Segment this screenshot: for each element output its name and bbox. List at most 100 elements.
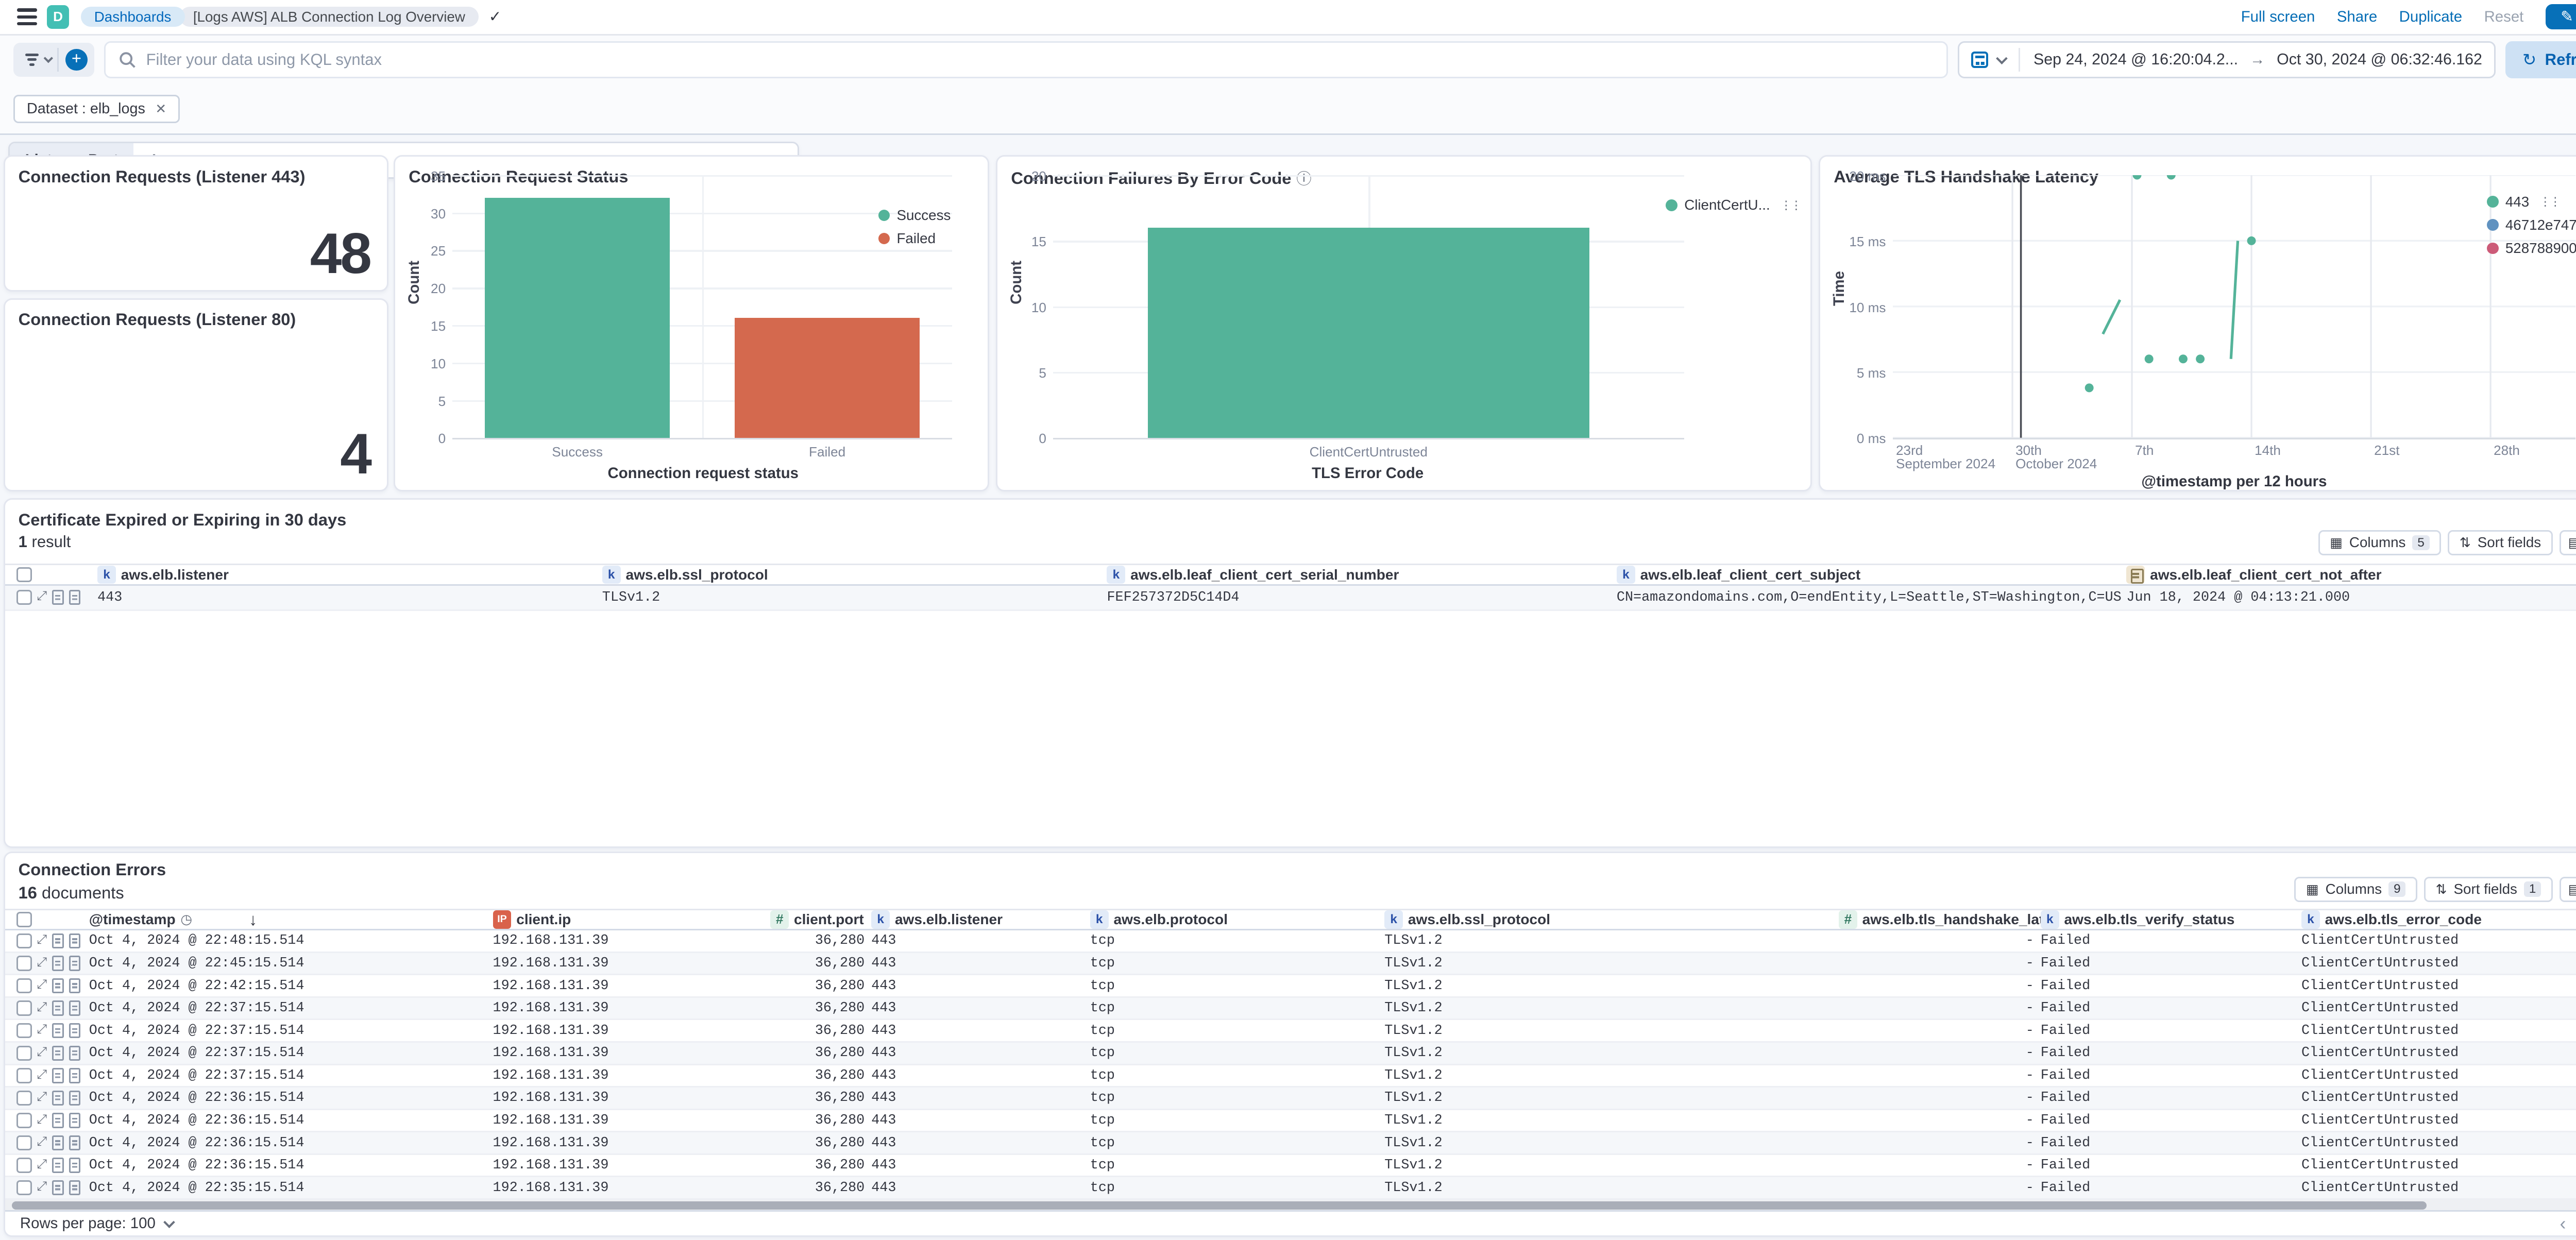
column-header[interactable]: aws.elb.protocol xyxy=(1113,911,1228,928)
legend-entry[interactable]: 528788900...⋮⋮ xyxy=(2487,240,2576,257)
reset-button[interactable]: Reset xyxy=(2484,8,2524,26)
surrounding-documents-icon[interactable] xyxy=(52,1046,64,1061)
table-row[interactable]: ⤢ Oct 4, 2024 @ 22:42:15.514 192.168.131… xyxy=(5,975,2576,998)
bar-success[interactable] xyxy=(485,198,670,438)
surrounding-documents-icon[interactable] xyxy=(52,1091,64,1106)
column-header[interactable]: client.port xyxy=(794,911,864,928)
row-checkbox[interactable] xyxy=(16,590,31,605)
legend-entry[interactable]: 443⋮⋮ xyxy=(2487,194,2576,210)
expand-row-icon[interactable]: ⤢ xyxy=(37,1159,47,1171)
surrounding-documents-icon[interactable] xyxy=(52,1113,64,1128)
table-row[interactable]: ⤢ Oct 4, 2024 @ 22:35:15.514 192.168.131… xyxy=(5,1177,2576,1200)
table-row[interactable]: ⤢ Oct 4, 2024 @ 22:37:15.514 192.168.131… xyxy=(5,1020,2576,1043)
legend-entry[interactable]: Success xyxy=(878,207,951,224)
previous-page-icon[interactable]: ‹ xyxy=(2560,1213,2566,1234)
row-checkbox[interactable] xyxy=(16,1000,31,1015)
edit-button[interactable]: ✎ Edit xyxy=(2546,4,2576,29)
column-header[interactable]: aws.elb.leaf_client_cert_subject xyxy=(1640,567,1861,583)
sort-fields-button[interactable]: ⇅ Sort fields 1 xyxy=(2424,877,2553,902)
kql-search-input[interactable] xyxy=(146,50,1933,69)
surrounding-documents-icon[interactable] xyxy=(52,1068,64,1083)
table-row[interactable]: ⤢ Oct 4, 2024 @ 22:48:15.514 192.168.131… xyxy=(5,930,2576,953)
table-row[interactable]: ⤢ Oct 4, 2024 @ 22:36:15.514 192.168.131… xyxy=(5,1132,2576,1155)
expand-row-icon[interactable]: ⤢ xyxy=(37,1002,47,1014)
menu-icon[interactable] xyxy=(17,8,37,25)
expand-row-icon[interactable]: ⤢ xyxy=(37,1092,47,1104)
single-document-icon[interactable] xyxy=(69,1158,81,1173)
expand-row-icon[interactable]: ⤢ xyxy=(37,979,47,992)
chart-panel-connection-failures[interactable]: Connection Failures By Error Codeⓘ Count… xyxy=(996,155,1812,491)
breadcrumb-dashboards[interactable]: Dashboards xyxy=(81,7,185,27)
surrounding-documents-icon[interactable] xyxy=(52,1023,64,1038)
surrounding-documents-icon[interactable] xyxy=(52,978,64,993)
column-header[interactable]: aws.elb.listener xyxy=(895,911,1003,928)
dataset-filter-pill[interactable]: Dataset : elb_logs ✕ xyxy=(13,95,180,124)
single-document-icon[interactable] xyxy=(69,1000,81,1015)
table-row[interactable]: ⤢ Oct 4, 2024 @ 22:36:15.514 192.168.131… xyxy=(5,1155,2576,1178)
refresh-button[interactable]: ↻ Refresh xyxy=(2505,41,2576,78)
expand-row-icon[interactable]: ⤢ xyxy=(37,591,47,603)
bar-failed[interactable] xyxy=(735,318,920,438)
single-document-icon[interactable] xyxy=(69,978,81,993)
table-row[interactable]: ⤢ 443 TLSv1.2 FEF257372D5C14D4 CN=amazon… xyxy=(5,586,2576,611)
metric-panel-listener-80[interactable]: Connection Requests (Listener 80) 4 xyxy=(4,298,389,492)
legend-entry[interactable]: ClientCertU...⋮⋮ xyxy=(1666,197,1800,213)
single-document-icon[interactable] xyxy=(69,1023,81,1038)
expand-row-icon[interactable]: ⤢ xyxy=(37,1181,47,1194)
expand-row-icon[interactable]: ⤢ xyxy=(37,1069,47,1082)
density-icon[interactable]: ▤ xyxy=(2561,881,2576,897)
row-checkbox[interactable] xyxy=(16,1046,31,1061)
row-checkbox[interactable] xyxy=(16,956,31,971)
filter-icon[interactable] xyxy=(25,54,39,66)
rows-per-page-select[interactable]: Rows per page: 100 xyxy=(20,1215,156,1232)
single-document-icon[interactable] xyxy=(69,1180,81,1195)
remove-filter-icon[interactable]: ✕ xyxy=(155,101,166,117)
metric-panel-listener-443[interactable]: Connection Requests (Listener 443) 48 xyxy=(4,155,389,292)
dashboards-logo[interactable]: D xyxy=(47,5,69,29)
column-header[interactable]: aws.elb.leaf_client_cert_not_after xyxy=(2150,567,2381,583)
table-row[interactable]: ⤢ Oct 4, 2024 @ 22:36:15.514 192.168.131… xyxy=(5,1088,2576,1110)
row-checkbox[interactable] xyxy=(16,1091,31,1106)
columns-button[interactable]: ▦ Columns 9 xyxy=(2294,877,2417,902)
column-header[interactable]: client.ip xyxy=(516,911,571,928)
duplicate-button[interactable]: Duplicate xyxy=(2399,8,2462,26)
full-screen-button[interactable]: Full screen xyxy=(2241,8,2315,26)
single-document-icon[interactable] xyxy=(69,933,81,948)
select-all-checkbox[interactable] xyxy=(16,567,31,582)
table-row[interactable]: ⤢ Oct 4, 2024 @ 22:37:15.514 192.168.131… xyxy=(5,1043,2576,1065)
expand-row-icon[interactable]: ⤢ xyxy=(37,1136,47,1149)
legend-actions-icon[interactable]: ⋮⋮ xyxy=(1780,198,1800,212)
row-checkbox[interactable] xyxy=(16,1023,31,1038)
legend-entry[interactable]: Failed xyxy=(878,230,951,247)
table-row[interactable]: ⤢ Oct 4, 2024 @ 22:37:15.514 192.168.131… xyxy=(5,998,2576,1021)
row-checkbox[interactable] xyxy=(16,978,31,993)
row-checkbox[interactable] xyxy=(16,1113,31,1128)
expand-row-icon[interactable]: ⤢ xyxy=(37,957,47,970)
surrounding-documents-icon[interactable] xyxy=(52,1135,64,1150)
add-filter-button[interactable]: + xyxy=(65,49,87,71)
select-all-checkbox[interactable] xyxy=(16,912,31,927)
time-range-end[interactable]: Oct 30, 2024 @ 06:32:46.162 xyxy=(2277,51,2482,69)
surrounding-documents-icon[interactable] xyxy=(52,1000,64,1015)
single-document-icon[interactable] xyxy=(69,590,81,605)
single-document-icon[interactable] xyxy=(69,1046,81,1061)
row-checkbox[interactable] xyxy=(16,1135,31,1150)
column-header[interactable]: aws.elb.tls_error_code xyxy=(2325,911,2482,928)
row-checkbox[interactable] xyxy=(16,1180,31,1195)
legend-actions-icon[interactable]: ⋮⋮ xyxy=(2539,195,2560,209)
table-row[interactable]: ⤢ Oct 4, 2024 @ 22:36:15.514 192.168.131… xyxy=(5,1110,2576,1133)
legend-entry[interactable]: 46712e747de⋮⋮ xyxy=(2487,217,2576,233)
time-range-picker[interactable]: Sep 24, 2024 @ 16:20:04.2... → Oct 30, 2… xyxy=(1958,41,2495,78)
row-checkbox[interactable] xyxy=(16,1068,31,1083)
column-header[interactable]: aws.elb.ssl_protocol xyxy=(625,567,768,583)
density-icon[interactable]: ▤ xyxy=(2561,535,2576,551)
chart-panel-tls-handshake-latency[interactable]: Average TLS Handshake Latency Time 0 ms5… xyxy=(1819,155,2576,491)
sort-descending-icon[interactable]: ↓ xyxy=(249,911,257,928)
single-document-icon[interactable] xyxy=(69,1113,81,1128)
column-header[interactable]: aws.elb.ssl_protocol xyxy=(1408,911,1550,928)
time-range-start[interactable]: Sep 24, 2024 @ 16:20:04.2... xyxy=(2033,51,2238,69)
table-row[interactable]: ⤢ Oct 4, 2024 @ 22:37:15.514 192.168.131… xyxy=(5,1065,2576,1088)
surrounding-documents-icon[interactable] xyxy=(52,1158,64,1173)
scrollbar-thumb[interactable] xyxy=(12,1201,2427,1210)
sort-fields-button[interactable]: ⇅ Sort fields xyxy=(2448,530,2552,555)
